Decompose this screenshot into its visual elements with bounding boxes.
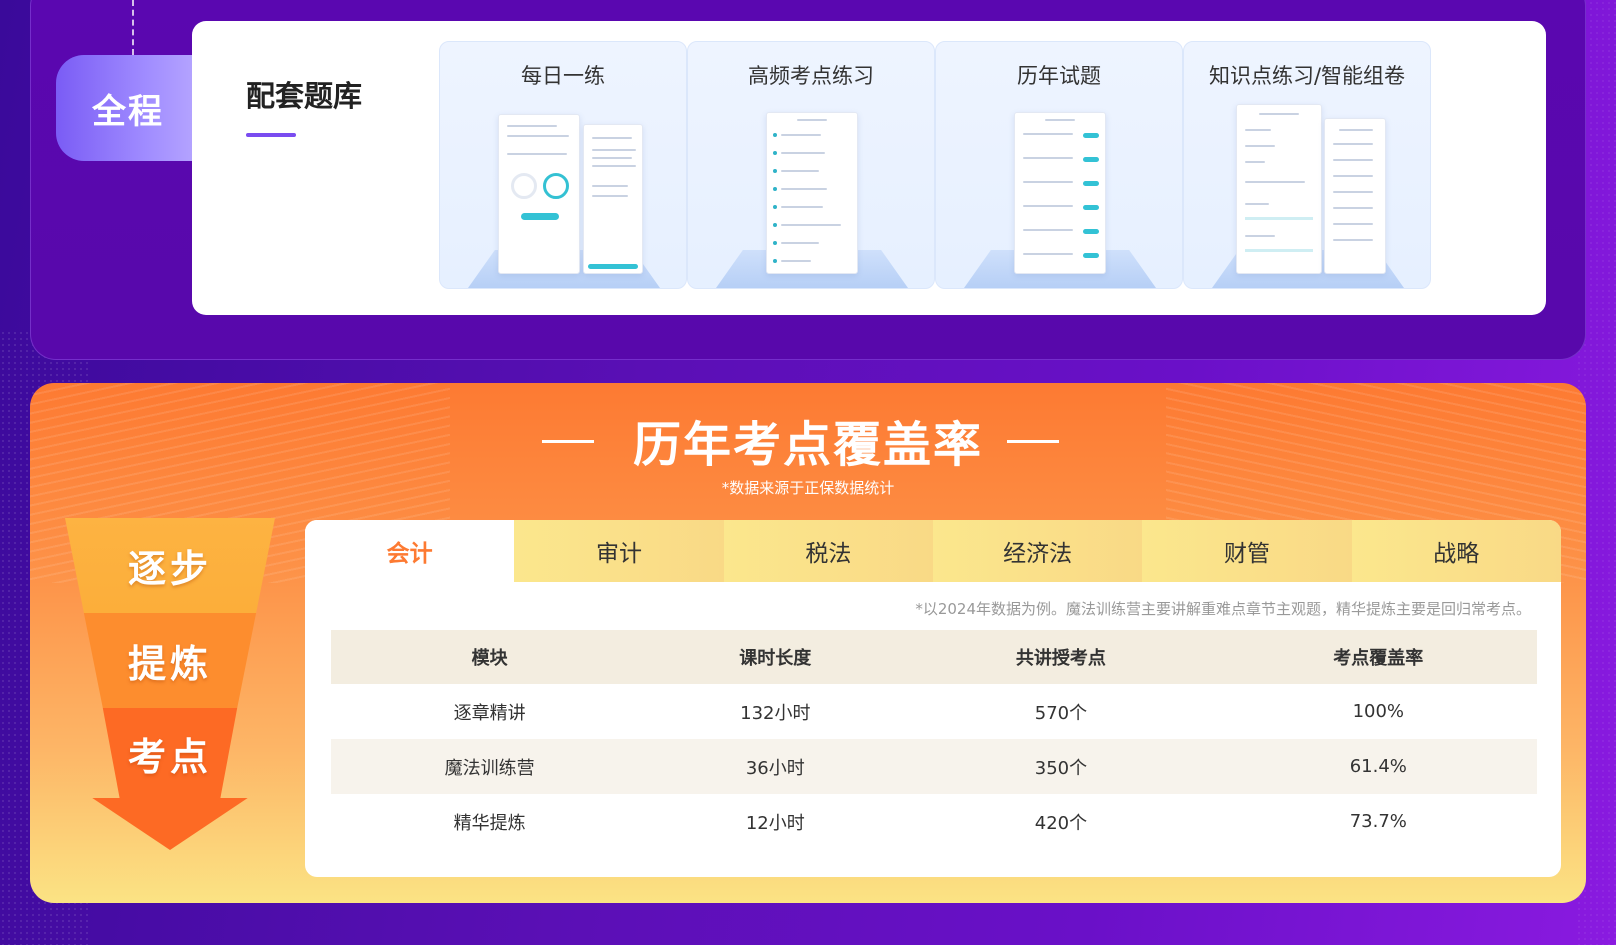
bank-item-label: 高频考点练习 (748, 64, 874, 88)
funnel-graphic: 逐步 提炼 考点 (65, 518, 275, 850)
funnel-arrow-icon (92, 798, 248, 850)
coverage-table: 模块 课时长度 共讲授考点 考点覆盖率 逐章精讲 132小时 570个 100%… (331, 630, 1537, 849)
table-cell: 100% (1352, 701, 1405, 722)
tab-economic-law[interactable]: 经济法 (932, 520, 1143, 582)
table-note: *以2024年数据为例。魔法训练营主要讲解重难点章节主观题，精华提炼主要是回归常… (915, 600, 1531, 618)
tab-financial-management[interactable]: 财管 (1142, 520, 1352, 582)
funnel-step-2: 提炼 (83, 613, 257, 708)
phone-screenshot (583, 124, 643, 274)
phone-screenshot (498, 114, 580, 274)
column-header: 考点覆盖率 (1219, 630, 1537, 684)
table-row: 魔法训练营 36小时 350个 61.4% (331, 739, 1537, 794)
tab-strategy[interactable]: 战略 (1351, 520, 1561, 582)
phone-screenshot (1236, 104, 1322, 274)
table-cell: 73.7% (1349, 811, 1407, 832)
table-cell: 61.4% (1219, 739, 1537, 794)
funnel-step-3: 考点 (102, 708, 238, 798)
phone-screenshot (766, 112, 858, 274)
coverage-table-card: 会计 审计 税法 经济法 财管 战略 *以2024年数据为例。魔法训练营主要讲解… (305, 520, 1561, 877)
funnel-step-1: 逐步 (65, 518, 275, 613)
subject-tabs: 会计 审计 税法 经济法 财管 战略 (305, 520, 1561, 582)
tab-tax-law[interactable]: 税法 (723, 520, 933, 582)
section-title: 配套题库 (246, 79, 363, 113)
table-cell: 精华提炼 (453, 812, 526, 834)
phone-screenshot (1014, 112, 1106, 274)
bank-item-daily-practice[interactable]: 每日一练 (439, 41, 687, 289)
table-cell: 132小时 (740, 702, 811, 724)
table-cell: 12小时 (745, 812, 805, 834)
bank-item-label: 每日一练 (521, 64, 605, 88)
phase-tag: 全程 (56, 55, 206, 161)
column-header: 课时长度 (648, 630, 903, 684)
question-bank-card: 配套题库 每日一练 高频考点练习 历年试题 知识点练习/智能组卷 (192, 21, 1546, 315)
bank-item-past-exams[interactable]: 历年试题 (935, 41, 1183, 289)
coverage-title: 历年考点覆盖率 (632, 417, 983, 473)
tab-accounting[interactable]: 会计 (305, 520, 515, 582)
bank-item-label: 历年试题 (1017, 64, 1101, 88)
tab-audit[interactable]: 审计 (514, 520, 724, 582)
table-row: 精华提炼 12小时 420个 73.7% (331, 794, 1537, 849)
timeline-dash (132, 0, 134, 55)
bank-item-knowledge-practice[interactable]: 知识点练习/智能组卷 (1183, 41, 1431, 289)
table-row: 逐章精讲 132小时 570个 100% (331, 684, 1537, 739)
table-cell: 魔法训练营 (331, 739, 649, 794)
table-header-row: 模块 课时长度 共讲授考点 考点覆盖率 (331, 630, 1537, 684)
table-cell: 570个 (1034, 702, 1088, 724)
table-cell: 350个 (902, 739, 1220, 794)
table-cell: 420个 (1034, 812, 1088, 834)
table-cell: 逐章精讲 (453, 702, 526, 724)
column-header: 模块 (331, 630, 649, 684)
column-header: 共讲授考点 (902, 630, 1220, 684)
table-cell: 36小时 (648, 739, 903, 794)
phone-screenshot (1324, 118, 1386, 274)
title-underline (246, 133, 296, 137)
title-dash-right (1007, 440, 1059, 443)
bank-item-high-frequency[interactable]: 高频考点练习 (687, 41, 935, 289)
bank-item-label: 知识点练习/智能组卷 (1208, 64, 1406, 88)
coverage-subtitle: *数据来源于正保数据统计 (721, 479, 895, 497)
